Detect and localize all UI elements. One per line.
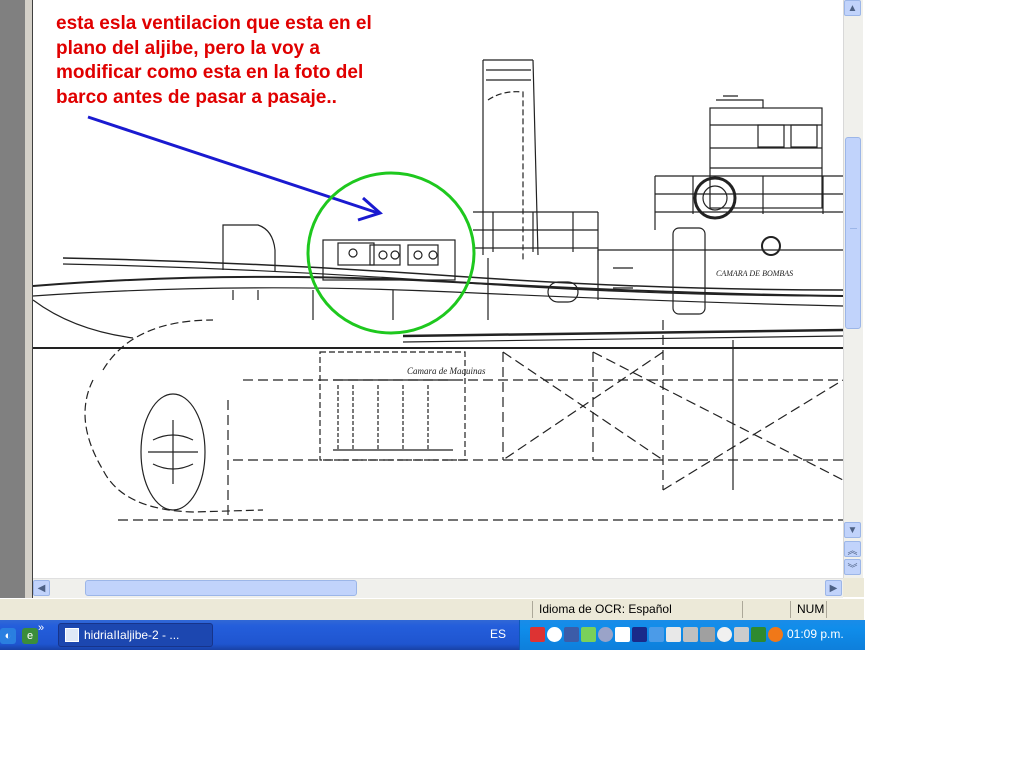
double-chevron-up-icon: ︽ — [847, 545, 858, 557]
tray-network-icon[interactable] — [530, 627, 545, 642]
engine-room-label: Camara de Maquinas — [407, 366, 486, 376]
quick-launch-icon[interactable]: ◐ — [0, 628, 16, 644]
scroll-up-button[interactable]: ▲ — [844, 0, 861, 16]
tray-monitor-icon[interactable] — [564, 627, 579, 642]
vertical-scroll-thumb[interactable] — [845, 137, 861, 329]
tray-keyboard-icon[interactable] — [683, 627, 698, 642]
tray-tool-icon[interactable] — [751, 627, 766, 642]
tray-app-icon[interactable] — [615, 627, 630, 642]
language-indicator[interactable]: ES — [490, 627, 506, 641]
tray-update-icon[interactable] — [598, 627, 613, 642]
tray-media-icon[interactable] — [768, 627, 783, 642]
tray-clipboard-icon[interactable] — [666, 627, 681, 642]
internet-explorer-icon[interactable]: e — [22, 628, 38, 644]
annotation-line: plano del aljibe, pero la voy a — [56, 37, 320, 59]
document-icon — [65, 628, 79, 642]
tray-3d-icon[interactable] — [734, 627, 749, 642]
status-empty-cell — [742, 601, 790, 618]
window-left-border — [0, 0, 25, 598]
tray-disc-icon[interactable] — [717, 627, 732, 642]
scroll-right-button[interactable]: ▶ — [825, 580, 842, 596]
scrollbar-corner — [843, 578, 864, 597]
annotation-text: esta esla ventilacion que esta en el pla… — [56, 12, 436, 110]
next-page-button[interactable]: ︾ — [844, 559, 861, 575]
num-lock-indicator: NUM — [790, 601, 826, 618]
tray-messenger-icon[interactable] — [581, 627, 596, 642]
taskbar-window-button[interactable]: hidriaIIaljibe-2 - ... — [58, 623, 213, 647]
previous-page-button[interactable]: ︽ — [844, 541, 861, 557]
taskbar-window-label: hidriaIIaljibe-2 - ... — [84, 628, 180, 642]
annotation-line: esta esla ventilacion que esta en el — [56, 13, 372, 34]
quick-launch: ◐ e — [0, 626, 38, 646]
pump-room-label: CAMARA DE BOMBAS — [716, 269, 793, 278]
pointer-arrow — [87, 115, 383, 222]
chevron-down-icon: ▼ — [847, 524, 858, 536]
chevron-right-icon: ▶ — [829, 582, 838, 594]
system-tray: 01:09 p.m. — [519, 620, 865, 650]
status-bar: Idioma de OCR: Español NUM — [0, 598, 864, 621]
double-chevron-down-icon: ︾ — [847, 563, 858, 575]
taskbar: ◐ e » hidriaIIaljibe-2 - ... ES 01:09 p.… — [0, 620, 865, 650]
annotation-line: barco antes de pasar a pasaje.. — [56, 86, 337, 108]
horizontal-scroll-thumb[interactable] — [85, 580, 357, 596]
scroll-left-button[interactable]: ◀ — [33, 580, 50, 596]
ocr-language-status: Idioma de OCR: Español — [532, 601, 742, 618]
page-margin — [25, 0, 33, 598]
annotation-line: modificar como esta en la foto del — [56, 62, 364, 83]
tray-info-icon[interactable] — [632, 627, 647, 642]
tray-antivirus-icon[interactable] — [547, 627, 562, 642]
tray-display-icon[interactable] — [649, 627, 664, 642]
scroll-down-button[interactable]: ▼ — [844, 522, 861, 538]
status-empty-cell — [826, 601, 864, 618]
chevron-up-icon: ▲ — [847, 2, 858, 14]
tray-settings-icon[interactable] — [700, 627, 715, 642]
clock[interactable]: 01:09 p.m. — [787, 627, 844, 641]
chevron-left-icon: ◀ — [37, 582, 46, 594]
chevron-more-icon[interactable]: » — [38, 622, 44, 634]
